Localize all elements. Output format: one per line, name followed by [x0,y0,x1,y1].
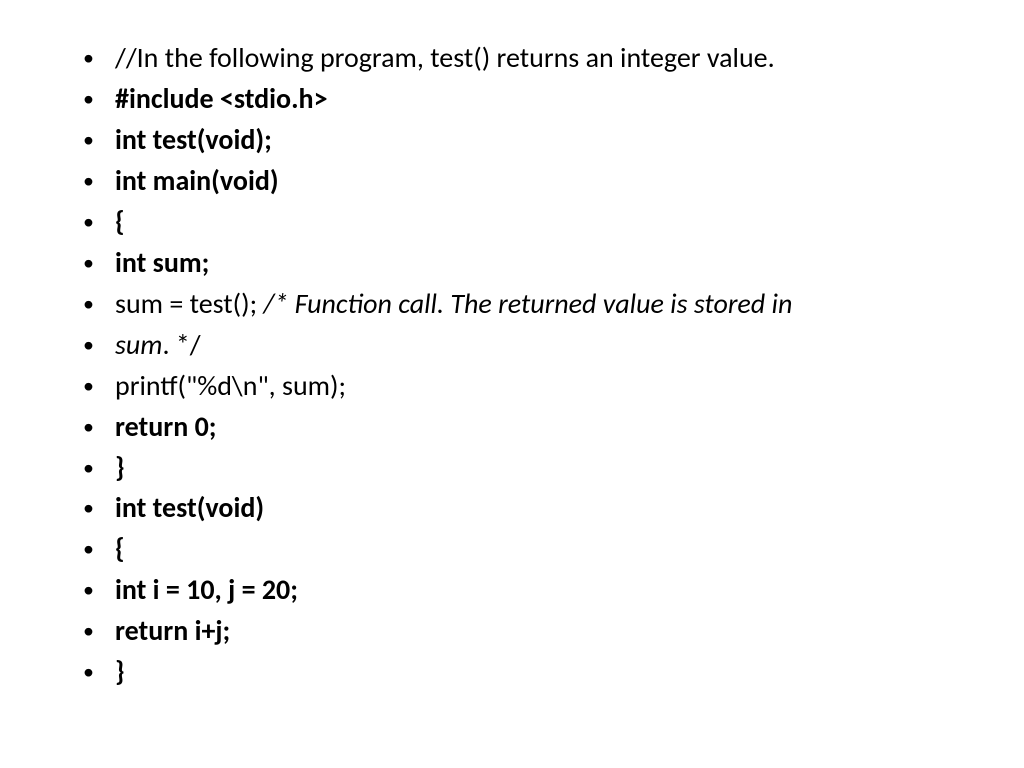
code-line: #include <stdio.h> [75,81,984,118]
line-text: } [115,450,125,485]
line-text: int i = 10, j = 20; [115,572,298,607]
code-line: int i = 10, j = 20; [75,572,984,609]
code-line: int main(void) [75,163,984,200]
line-text: return 0; [115,409,217,444]
code-line: int test(void); [75,122,984,159]
line-text: . */ [162,327,200,362]
code-line: sum = test(); /* Function call. The retu… [75,286,984,323]
code-line: { [75,204,984,241]
line-text: int main(void) [115,163,279,198]
code-line: int sum; [75,245,984,282]
line-text: sum = test(); [115,286,263,321]
line-text: printf("%d\n", sum); [115,368,346,403]
code-line: } [75,450,984,487]
line-text: int test(void); [115,122,272,157]
code-line: sum. */ [75,327,984,364]
line-text: return i+j; [115,613,230,648]
code-line: { [75,531,984,568]
line-text: int sum; [115,245,209,280]
code-line: return i+j; [75,613,984,650]
code-line: } [75,654,984,691]
code-line: //In the following program, test() retur… [75,40,984,77]
line-text: //In the following program, test() retur… [115,40,775,75]
code-line: printf("%d\n", sum); [75,368,984,405]
line-text: { [115,531,125,566]
line-text: #include <stdio.h> [115,81,328,116]
line-text: { [115,204,125,239]
line-comment: /* Function call. The returned value is … [263,286,792,321]
code-line: return 0; [75,409,984,446]
code-list: //In the following program, test() retur… [75,40,984,691]
line-comment: sum [115,327,162,362]
code-line: int test(void) [75,490,984,527]
line-text: } [115,654,125,689]
line-text: int test(void) [115,490,264,525]
